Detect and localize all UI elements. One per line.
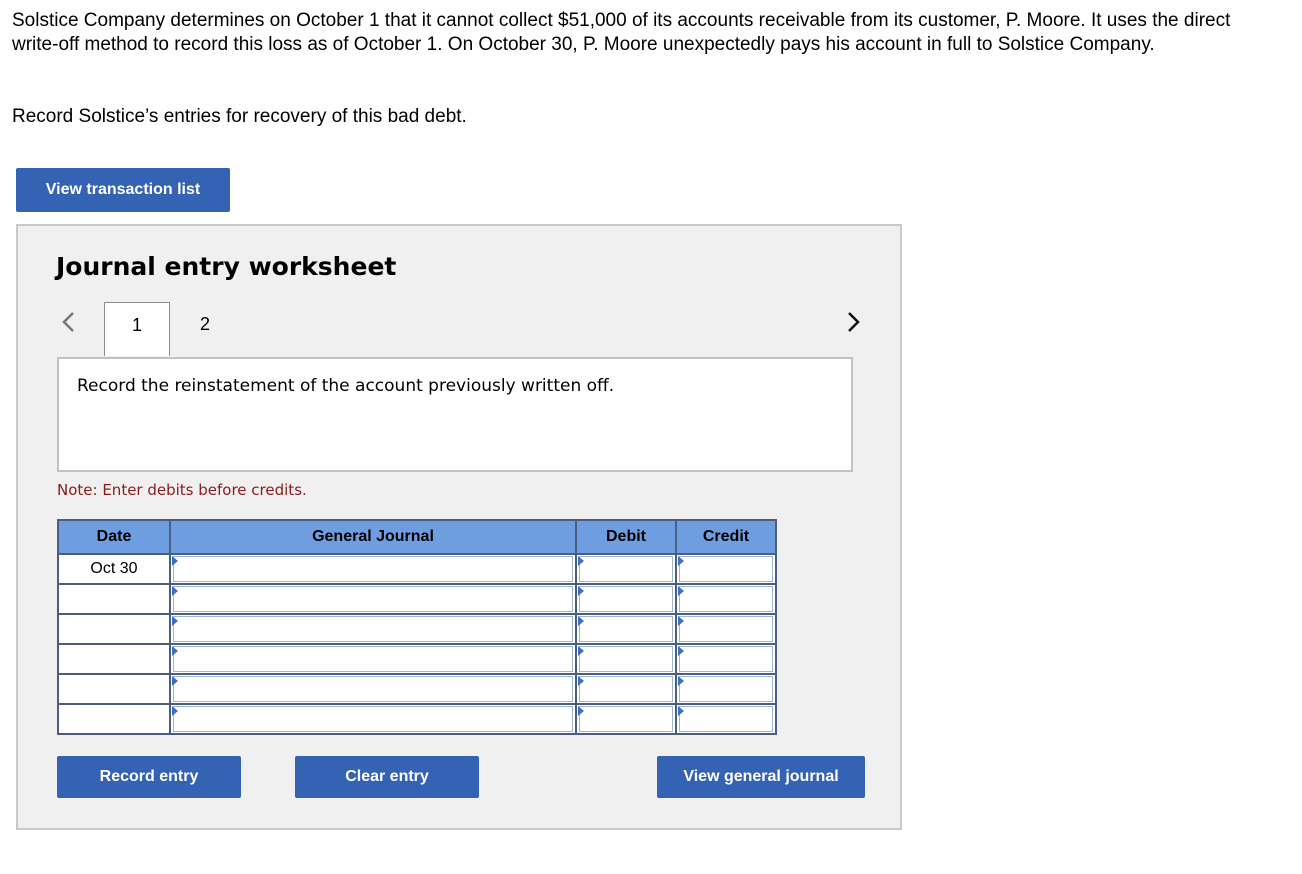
journal-row (58, 704, 777, 735)
triangle-right-icon (172, 676, 178, 686)
triangle-right-icon (172, 616, 178, 626)
triangle-right-icon (578, 586, 584, 596)
account-field[interactable] (173, 646, 573, 672)
worksheet-title: Journal entry worksheet (56, 252, 397, 281)
header-debit: Debit (576, 520, 677, 555)
journal-table: Date General Journal Debit Credit Oct 30 (57, 519, 777, 735)
triangle-right-icon (578, 706, 584, 716)
debit-field-cell (576, 584, 677, 615)
date-cell[interactable]: Oct 30 (58, 554, 171, 585)
journal-header-row: Date General Journal Debit Credit (58, 520, 777, 555)
journal-row (58, 584, 777, 615)
clear-entry-button[interactable]: Clear entry (295, 756, 479, 798)
triangle-right-icon (172, 586, 178, 596)
credit-field-cell (676, 614, 777, 645)
date-cell[interactable] (58, 584, 171, 615)
triangle-right-icon (678, 646, 684, 656)
journal-row (58, 614, 777, 645)
date-cell[interactable] (58, 644, 171, 675)
chevron-left-icon (62, 312, 74, 332)
account-field[interactable] (173, 616, 573, 642)
triangle-right-icon (678, 676, 684, 686)
header-date: Date (58, 520, 171, 555)
date-cell[interactable] (58, 674, 171, 705)
account-field[interactable] (173, 676, 573, 702)
credit-field-cell (676, 584, 777, 615)
account-field[interactable] (173, 556, 573, 582)
account-field[interactable] (173, 706, 573, 732)
tab-2[interactable]: 2 (170, 302, 240, 356)
account-field-cell (170, 614, 577, 645)
credit-field[interactable] (679, 646, 773, 672)
triangle-right-icon (678, 586, 684, 596)
view-transaction-list-button[interactable]: View transaction list (16, 168, 230, 212)
header-credit: Credit (676, 520, 777, 555)
account-field-cell (170, 644, 577, 675)
credit-field-cell (676, 674, 777, 705)
date-cell[interactable] (58, 614, 171, 645)
account-field-cell (170, 584, 577, 615)
debit-field-cell (576, 614, 677, 645)
debit-field[interactable] (579, 586, 673, 612)
date-cell[interactable] (58, 704, 171, 735)
debit-field-cell (576, 674, 677, 705)
triangle-right-icon (678, 556, 684, 566)
triangle-right-icon (678, 706, 684, 716)
instruction-text: Record Solstice’s entries for recovery o… (12, 106, 467, 127)
triangle-right-icon (678, 616, 684, 626)
credit-field-cell (676, 644, 777, 675)
credit-field[interactable] (679, 676, 773, 702)
next-page-button[interactable] (844, 309, 864, 335)
entry-description: Record the reinstatement of the account … (57, 357, 853, 472)
debit-field[interactable] (579, 616, 673, 642)
entry-note: Note: Enter debits before credits. (57, 481, 307, 499)
triangle-right-icon (578, 646, 584, 656)
journal-row (58, 674, 777, 705)
credit-field[interactable] (679, 556, 773, 582)
credit-field[interactable] (679, 706, 773, 732)
entry-description-text: Record the reinstatement of the account … (77, 376, 615, 396)
debit-field[interactable] (579, 706, 673, 732)
account-field-cell (170, 554, 577, 585)
triangle-right-icon (578, 556, 584, 566)
account-field-cell (170, 704, 577, 735)
credit-field[interactable] (679, 586, 773, 612)
debit-field[interactable] (579, 646, 673, 672)
account-field[interactable] (173, 586, 573, 612)
triangle-right-icon (578, 676, 584, 686)
problem-text: Solstice Company determines on October 1… (12, 10, 1231, 55)
credit-field[interactable] (679, 616, 773, 642)
tab-2-label: 2 (199, 314, 210, 334)
credit-field-cell (676, 554, 777, 585)
triangle-right-icon (172, 706, 178, 716)
journal-row: Oct 30 (58, 554, 777, 585)
debit-field[interactable] (579, 676, 673, 702)
triangle-right-icon (578, 616, 584, 626)
tab-1[interactable]: 1 (104, 302, 170, 356)
debit-field[interactable] (579, 556, 673, 582)
triangle-right-icon (172, 646, 178, 656)
debit-field-cell (576, 644, 677, 675)
view-general-journal-button[interactable]: View general journal (657, 756, 865, 798)
tab-1-label: 1 (131, 315, 142, 335)
record-entry-button[interactable]: Record entry (57, 756, 241, 798)
credit-field-cell (676, 704, 777, 735)
header-general-journal: General Journal (170, 520, 577, 555)
debit-field-cell (576, 704, 677, 735)
journal-row (58, 644, 777, 675)
debit-field-cell (576, 554, 677, 585)
triangle-right-icon (172, 556, 178, 566)
journal-entry-worksheet: Journal entry worksheet 1 2 Record the r… (16, 224, 902, 830)
prev-page-button[interactable] (58, 309, 78, 335)
chevron-right-icon (848, 312, 860, 332)
account-field-cell (170, 674, 577, 705)
